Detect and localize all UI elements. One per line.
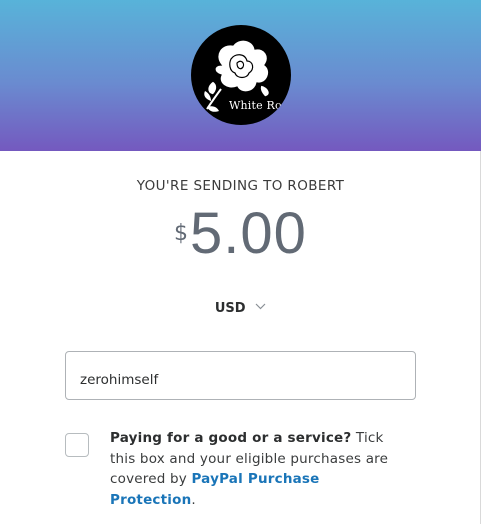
avatar-caption: White Ros: [229, 99, 288, 112]
currency-symbol: $: [174, 221, 189, 246]
header-banner: White Ros: [0, 0, 481, 151]
purchase-protection-text: Paying for a good or a service? Tick thi…: [110, 428, 410, 510]
purchase-question: Paying for a good or a service?: [110, 430, 352, 446]
currency-code: USD: [214, 301, 246, 316]
recipient-label: YOU'RE SENDING TO ROBERT: [136, 178, 345, 194]
purchase-protection-checkbox[interactable]: [65, 433, 89, 457]
payment-panel: White Ros YOU'RE SENDING TO ROBERT $5.00…: [0, 0, 481, 524]
amount-value[interactable]: 5.00: [190, 201, 307, 266]
recipient-avatar: White Ros: [191, 25, 291, 125]
purchase-suffix: .: [191, 491, 196, 508]
currency-dropdown[interactable]: USD: [0, 301, 481, 316]
chevron-down-icon: [255, 303, 266, 310]
amount-display[interactable]: $5.00: [0, 199, 481, 269]
note-input[interactable]: [65, 351, 416, 400]
